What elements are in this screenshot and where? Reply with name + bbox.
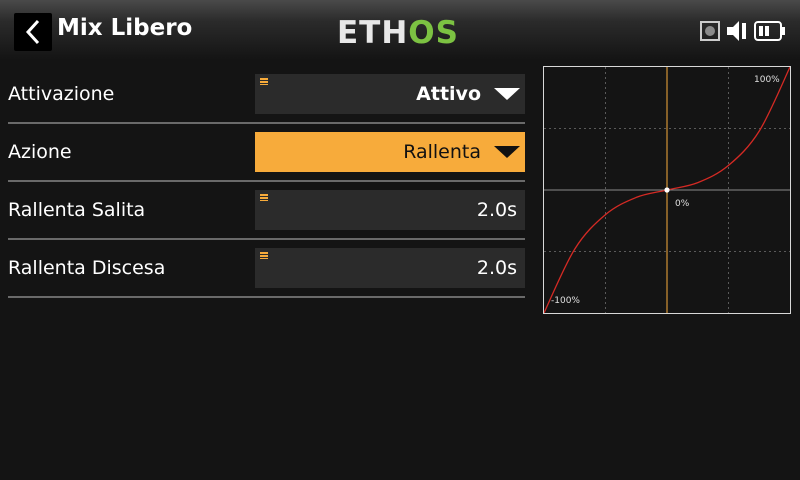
- azione-dropdown[interactable]: Rallenta: [255, 132, 525, 172]
- row-rallenta-discesa: Rallenta Discesa 2.0s: [8, 240, 525, 298]
- field-value: 2.0s: [476, 257, 517, 279]
- attivazione-dropdown[interactable]: Attivo: [255, 74, 525, 114]
- row-attivazione: Attivazione Attivo: [8, 66, 525, 124]
- back-button[interactable]: [14, 13, 52, 51]
- rallenta-salita-field[interactable]: 2.0s: [255, 190, 525, 230]
- speaker-icon: [727, 21, 746, 41]
- label-center: 0%: [675, 199, 690, 209]
- field-value: 2.0s: [476, 199, 517, 221]
- row-label: Attivazione: [8, 83, 115, 105]
- chevron-left-icon: [25, 19, 40, 45]
- label-min: -100%: [551, 296, 580, 306]
- menu-icon: [260, 194, 268, 201]
- dropdown-value: Rallenta: [403, 141, 481, 163]
- current-position-point: [664, 187, 670, 193]
- dropdown-value: Attivo: [416, 83, 481, 105]
- row-label: Azione: [8, 141, 72, 163]
- rallenta-discesa-field[interactable]: 2.0s: [255, 248, 525, 288]
- curve-chart-svg: 100% 0% -100%: [544, 67, 790, 313]
- ethos-logo: ETHOS: [337, 15, 459, 51]
- row-rallenta-salita: Rallenta Salita 2.0s: [8, 182, 525, 240]
- logo-text-os: OS: [408, 15, 459, 51]
- status-icons: [700, 19, 786, 43]
- curve-graph: 100% 0% -100%: [543, 66, 791, 314]
- label-max: 100%: [754, 75, 780, 85]
- dropdown-arrow-icon: [494, 146, 520, 158]
- menu-icon: [260, 252, 268, 259]
- row-label: Rallenta Salita: [8, 199, 146, 221]
- dropdown-arrow-icon: [494, 88, 520, 100]
- top-bar: Mix Libero ETHOS: [0, 0, 800, 60]
- record-icon: [700, 21, 720, 41]
- menu-icon: [260, 78, 268, 85]
- row-azione: Azione Rallenta: [8, 124, 525, 182]
- battery-icon: [754, 21, 785, 41]
- row-label: Rallenta Discesa: [8, 257, 166, 279]
- page-title: Mix Libero: [57, 15, 193, 41]
- logo-text-eth: ETH: [337, 15, 409, 51]
